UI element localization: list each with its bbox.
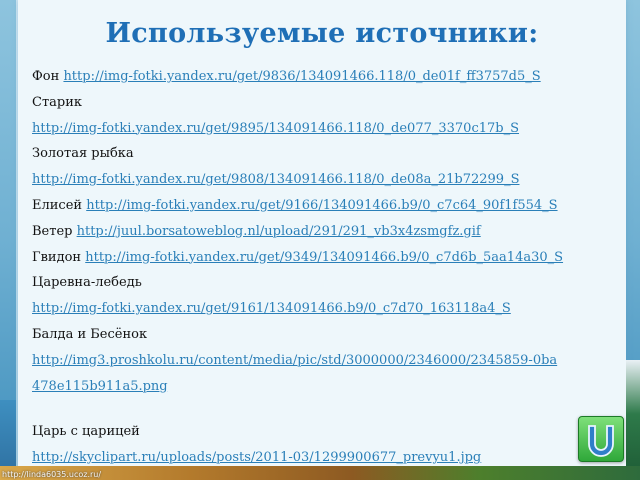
source-line: 478e115b911a5.png: [32, 374, 624, 400]
source-link[interactable]: http://juul.borsatoweblog.nl/upload/291/…: [77, 224, 481, 239]
source-line: Балда и Бесёнок: [32, 322, 624, 348]
source-line: Ветер http://juul.borsatoweblog.nl/uploa…: [32, 219, 624, 245]
source-line: http://img-fotki.yandex.ru/get/9895/1340…: [32, 116, 624, 142]
source-label: Гвидон: [32, 249, 82, 265]
source-line: Елисей http://img-fotki.yandex.ru/get/91…: [32, 193, 624, 219]
back-button[interactable]: [578, 416, 624, 462]
source-link[interactable]: http://img-fotki.yandex.ru/get/9808/1340…: [32, 172, 519, 187]
slide-panel: Используемые источники: Фон http://img-f…: [18, 0, 626, 480]
source-label: Старик: [32, 94, 83, 110]
source-link[interactable]: http://skyclipart.ru/uploads/posts/2011-…: [32, 450, 481, 465]
slide-title: Используемые источники:: [105, 18, 539, 49]
source-link-continued[interactable]: 478e115b911a5.png: [32, 379, 168, 394]
source-link[interactable]: http://img-fotki.yandex.ru/get/9836/1340…: [63, 69, 540, 84]
footer-url: http://linda6035.ucoz.ru/: [2, 470, 102, 479]
sources-list: Фон http://img-fotki.yandex.ru/get/9836/…: [32, 64, 624, 471]
source-line: http://img3.proshkolu.ru/content/media/p…: [32, 348, 624, 374]
source-line: Золотая рыбка: [32, 141, 624, 167]
source-link[interactable]: http://img-fotki.yandex.ru/get/9166/1340…: [86, 198, 557, 213]
source-label: Фон: [32, 69, 60, 84]
source-line: http://img-fotki.yandex.ru/get/9808/1340…: [32, 167, 624, 193]
source-link[interactable]: http://img3.proshkolu.ru/content/media/p…: [32, 353, 557, 368]
source-label: Золотая рыбка: [32, 146, 134, 162]
back-arrow-icon: [588, 425, 614, 457]
source-line: Царевна-лебедь: [32, 270, 624, 296]
source-label: Елисей: [32, 197, 83, 213]
decorative-trees: [626, 360, 640, 480]
source-label: Царь с царицей: [32, 424, 140, 440]
source-line: Старик: [32, 90, 624, 116]
source-line: http://img-fotki.yandex.ru/get/9161/1340…: [32, 296, 624, 322]
source-label: Балда и Бесёнок: [32, 326, 148, 342]
source-link[interactable]: http://img-fotki.yandex.ru/get/9895/1340…: [32, 121, 519, 136]
source-line: Гвидон http://img-fotki.yandex.ru/get/93…: [32, 245, 624, 271]
source-link[interactable]: http://img-fotki.yandex.ru/get/9161/1340…: [32, 301, 511, 316]
source-line: Царь с царицей: [32, 419, 624, 445]
source-link[interactable]: http://img-fotki.yandex.ru/get/9349/1340…: [85, 250, 563, 265]
source-label: Царевна-лебедь: [32, 275, 142, 291]
source-label: Ветер: [32, 223, 73, 239]
source-line: Фон http://img-fotki.yandex.ru/get/9836/…: [32, 64, 624, 90]
